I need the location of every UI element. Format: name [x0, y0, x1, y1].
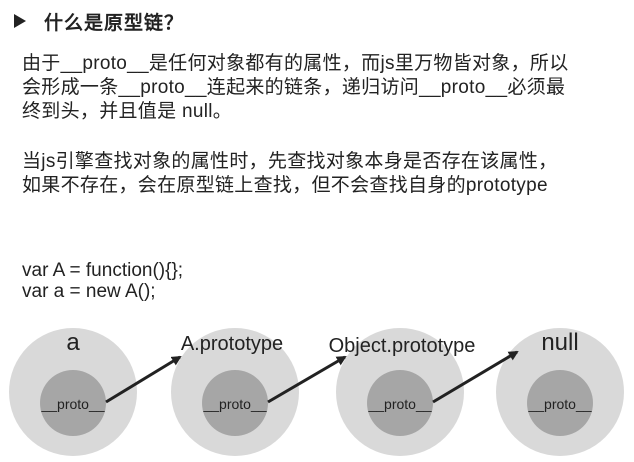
- proto-label: __proto__: [40, 396, 104, 412]
- proto-label: __proto__: [367, 396, 431, 412]
- prototype-chain-diagram: __proto__ __proto__ __proto__ __proto__ a A.p…: [9, 328, 624, 456]
- proto-label: __proto__: [202, 396, 266, 412]
- node-label: Object.prototype: [329, 335, 476, 357]
- node-label: A.prototype: [181, 333, 283, 355]
- proto-label: __proto__: [527, 396, 591, 412]
- node-label: a: [66, 329, 80, 356]
- node-label: null: [541, 329, 578, 356]
